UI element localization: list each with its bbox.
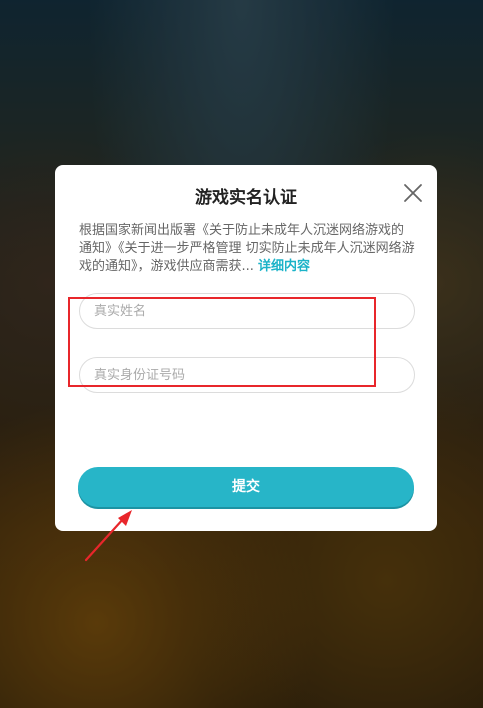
notice-text-block: 根据国家新闻出版署《关于防止未成年人沉迷网络游戏的通知》《关于进一步严格管理 切… [79, 222, 415, 276]
close-icon [404, 184, 422, 202]
details-link[interactable]: 详细内容 [258, 259, 310, 274]
highlight-annotation-box [68, 297, 376, 387]
close-button[interactable] [401, 181, 425, 205]
red-arrow-annotation [84, 510, 132, 562]
submit-button[interactable]: 提交 [78, 467, 414, 507]
notice-text: 根据国家新闻出版署《关于防止未成年人沉迷网络游戏的通知》《关于进一步严格管理 切… [79, 223, 415, 274]
dialog-title: 游戏实名认证 [195, 188, 297, 208]
